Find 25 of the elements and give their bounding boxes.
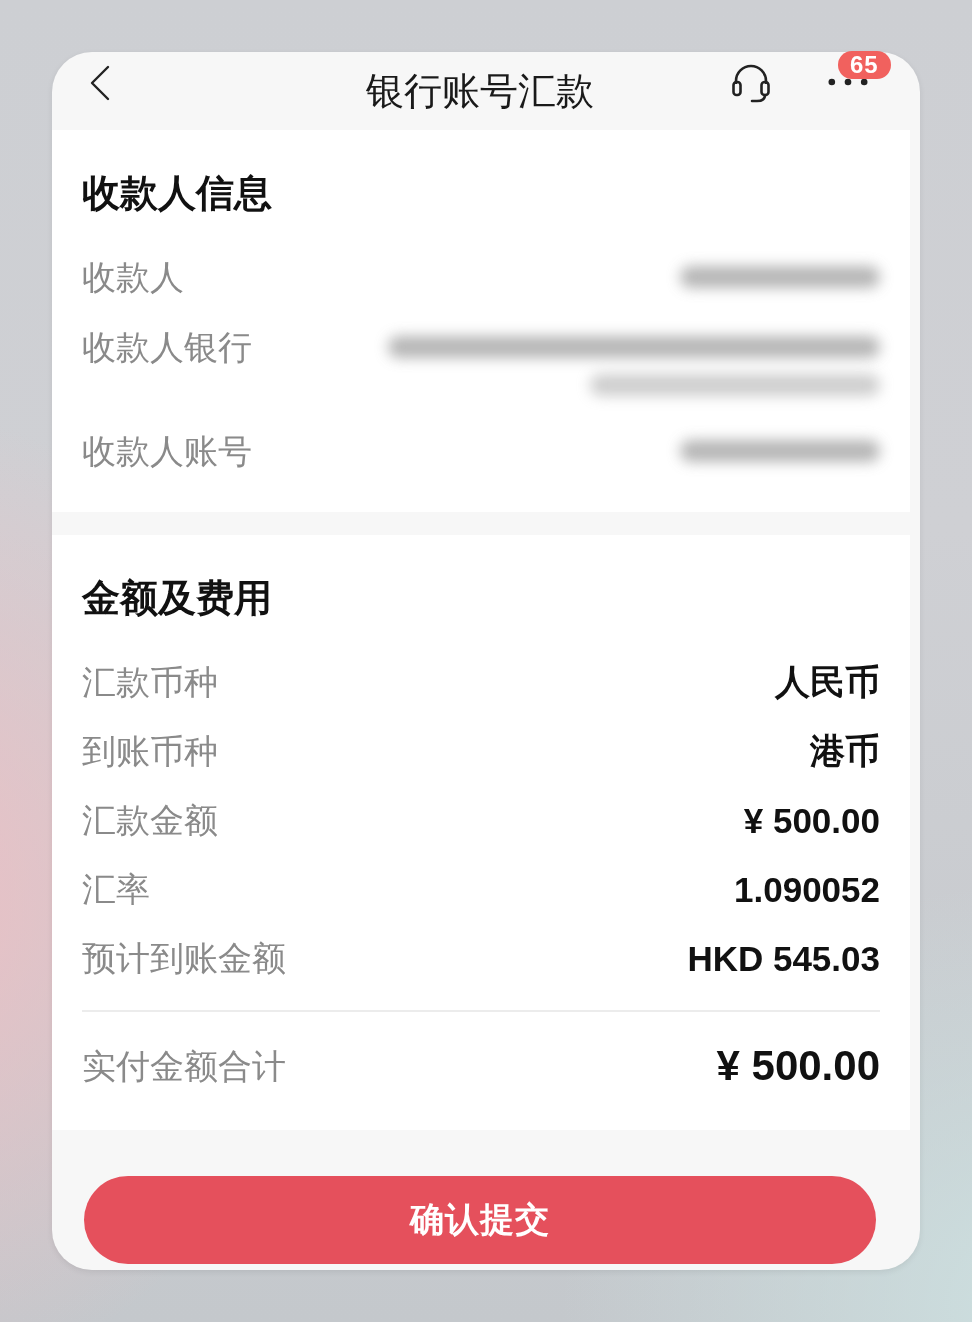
- field-label: 收款人账号: [82, 431, 252, 472]
- field-label: 汇款金额: [82, 800, 218, 841]
- field-value: 人民币: [775, 661, 880, 703]
- submit-button[interactable]: 确认提交: [84, 1176, 876, 1264]
- notification-badge: 65: [838, 51, 891, 79]
- field-label: 预计到账金额: [82, 938, 286, 979]
- total-amount: ¥ 500.00: [716, 1042, 880, 1090]
- field-value: HKD 545.03: [687, 938, 880, 979]
- field-label: 汇款币种: [82, 662, 218, 703]
- field-label: 收款人: [82, 257, 184, 298]
- page-title: 银行账号汇款: [366, 69, 594, 114]
- section-title: 收款人信息: [82, 171, 272, 216]
- field-label: 汇率: [82, 869, 150, 910]
- field-value: ¥ 500.00: [743, 800, 880, 841]
- field-label: 收款人银行: [82, 327, 252, 368]
- headset-icon: [731, 62, 771, 104]
- field-value: 1.090052: [734, 869, 880, 910]
- more-button[interactable]: [827, 76, 869, 88]
- back-chevron-icon: [90, 65, 110, 101]
- back-button[interactable]: [88, 63, 112, 103]
- more-icon: [828, 78, 868, 86]
- field-value: 港币: [810, 730, 880, 772]
- section-title: 金额及费用: [82, 576, 272, 621]
- field-label: 到账币种: [82, 731, 218, 772]
- total-label: 实付金额合计: [82, 1046, 286, 1087]
